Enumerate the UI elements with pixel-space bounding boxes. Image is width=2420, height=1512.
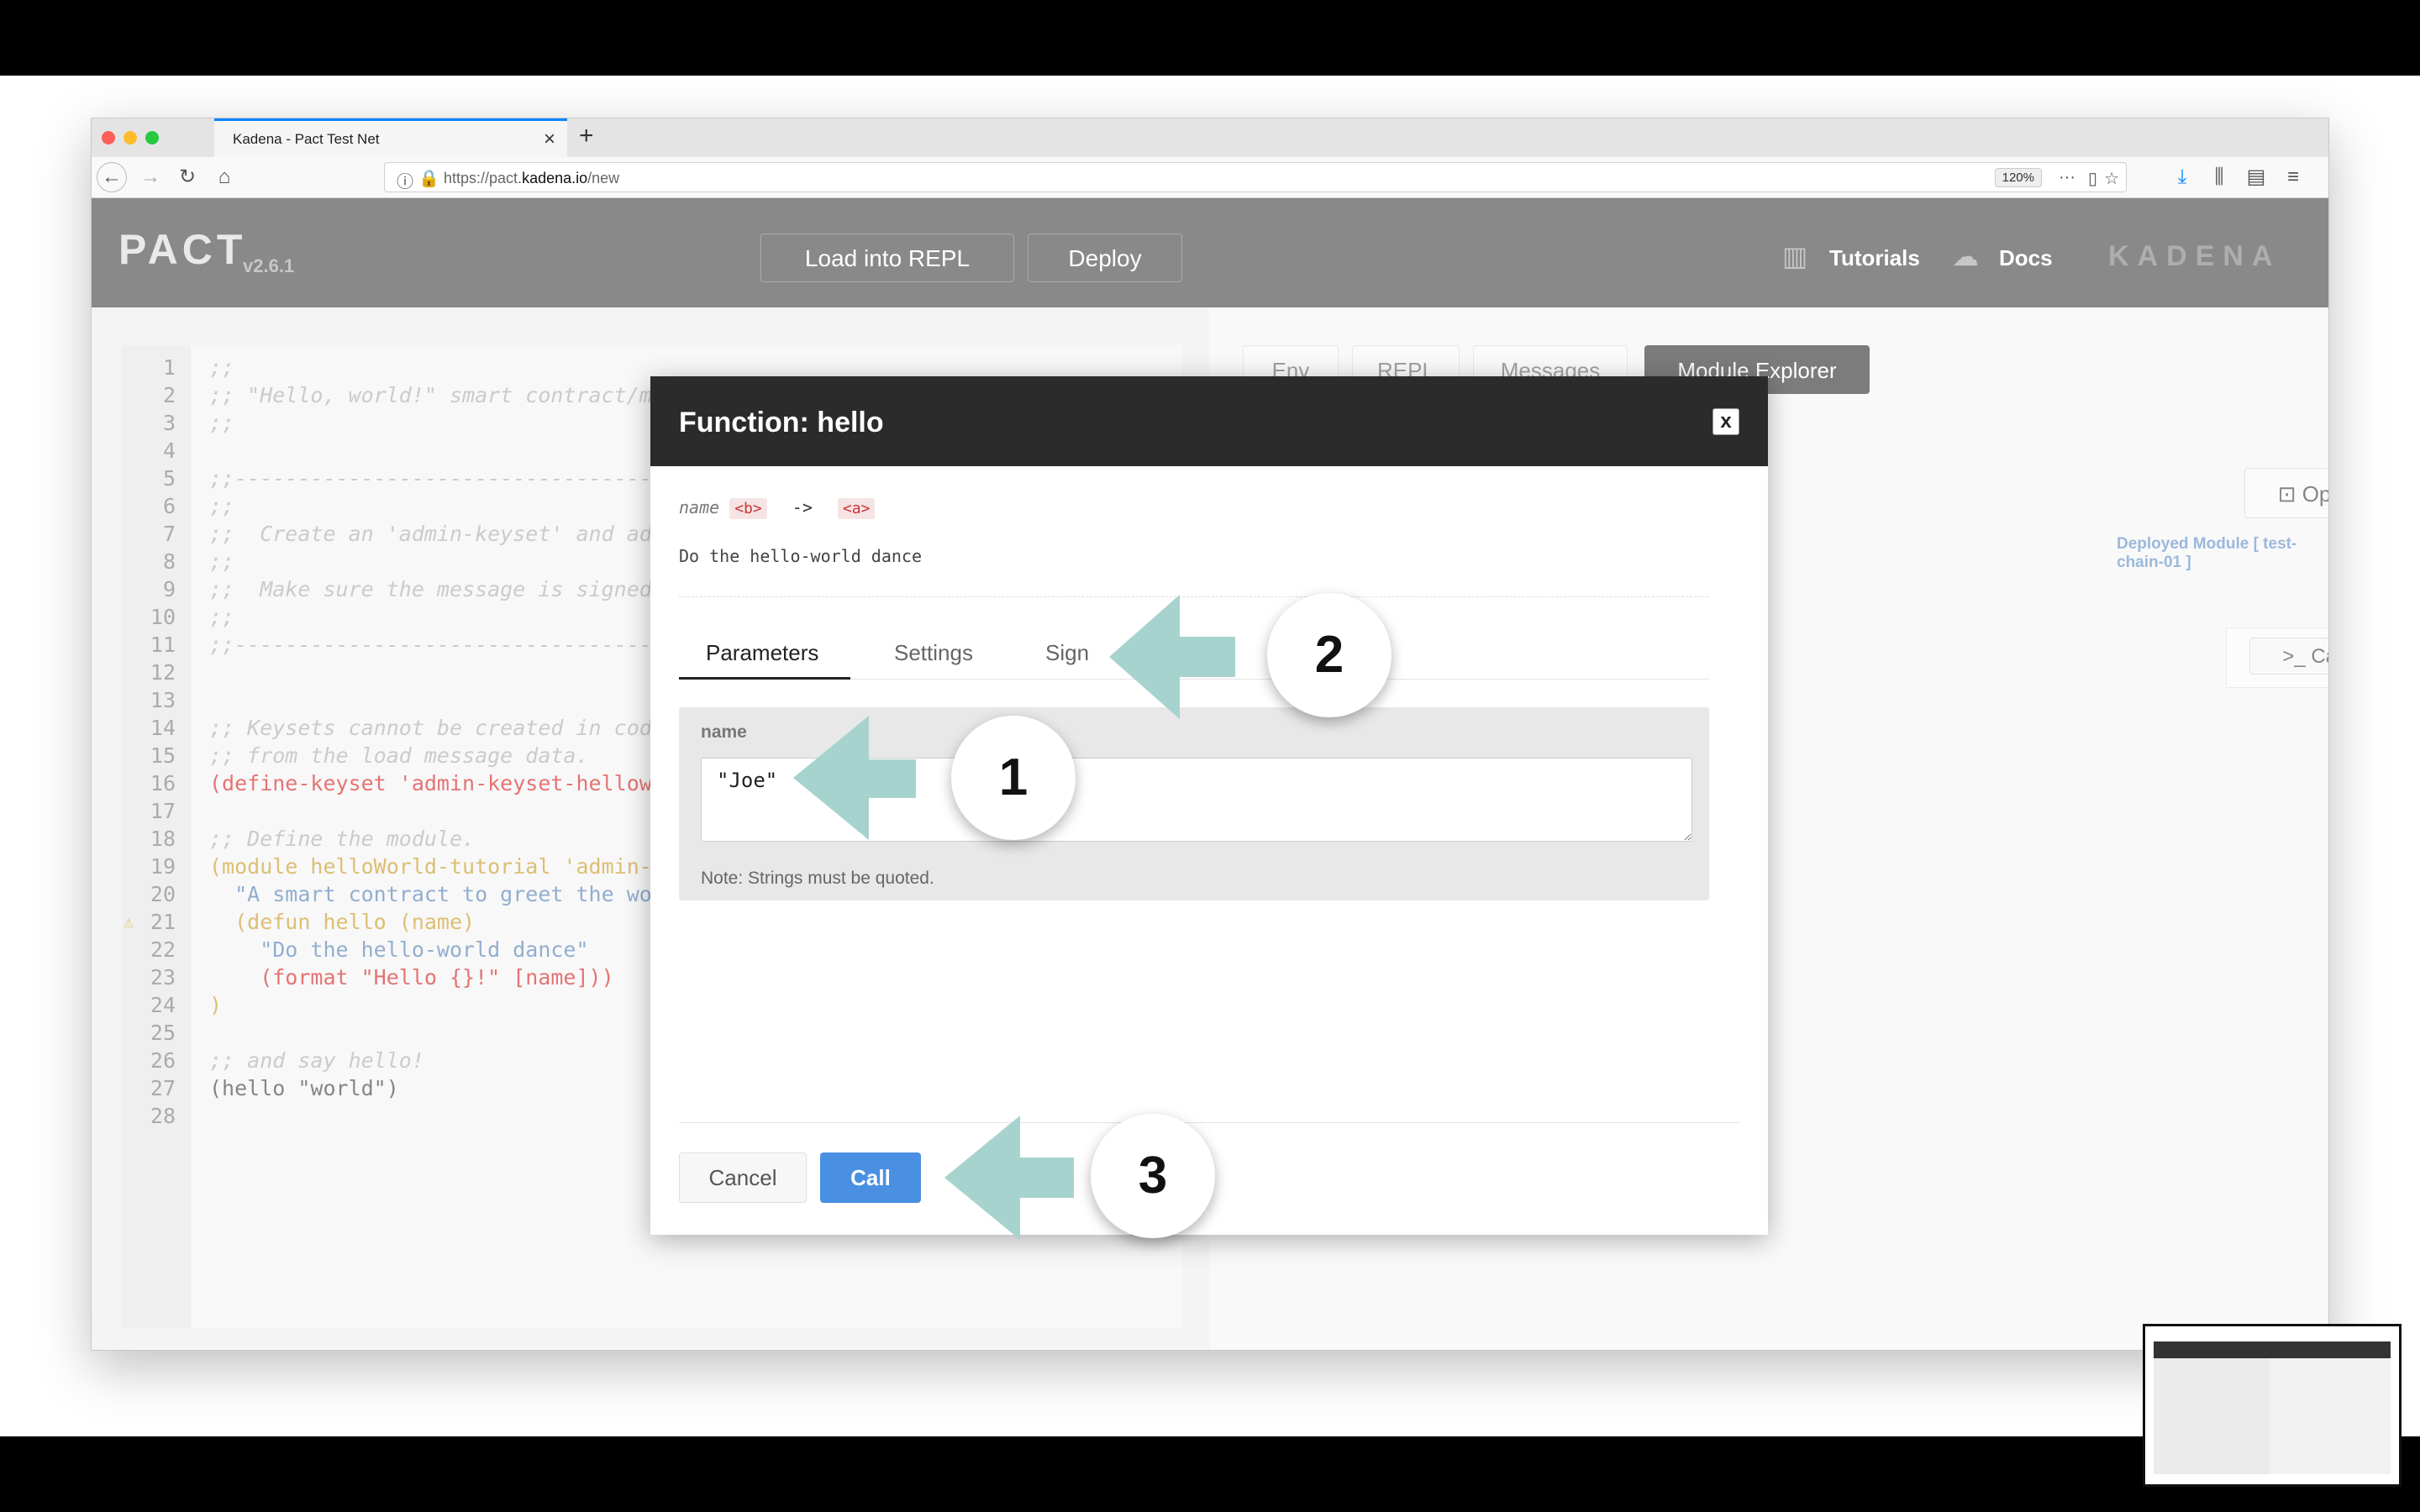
modal-title: Function: hello bbox=[679, 407, 884, 438]
return-type-badge: <a> bbox=[837, 498, 876, 519]
function-signature: name <b> -> <a> bbox=[679, 497, 876, 519]
footer-divider bbox=[679, 1122, 1739, 1123]
annotation-badge-1: 1 bbox=[951, 716, 1076, 840]
annotation-badge-3: 3 bbox=[1091, 1114, 1215, 1238]
signature-param: name bbox=[679, 497, 720, 517]
divider bbox=[679, 596, 1709, 597]
annotation-badge-2: 2 bbox=[1267, 593, 1392, 717]
letterbox-top bbox=[0, 0, 2420, 76]
modal-header: Function: hello x bbox=[650, 376, 1768, 466]
annotation-arrow-1-shaft bbox=[865, 759, 916, 798]
param-type-badge: <b> bbox=[729, 498, 767, 519]
active-tab-indicator bbox=[679, 677, 850, 680]
address-bar[interactable]: ⓘ 🔒 https://pact.kadena.io/new 120% ··· … bbox=[384, 162, 2127, 192]
cancel-button[interactable]: Cancel bbox=[679, 1152, 807, 1203]
browser-navbar: ← → ↻ ⌂ ⓘ 🔒 https://pact.kadena.io/new 1… bbox=[92, 157, 2328, 198]
param-label: name bbox=[701, 722, 747, 742]
url-text: https://pact.kadena.io/new bbox=[444, 170, 620, 186]
reader-view-icon[interactable]: ▯ bbox=[2088, 168, 2097, 189]
library-icon[interactable]: ⫼ bbox=[2204, 162, 2234, 192]
annotation-arrow-3-shaft bbox=[1017, 1158, 1074, 1198]
bookmark-star-icon[interactable]: ☆ bbox=[2104, 168, 2119, 189]
back-icon[interactable]: ← bbox=[97, 162, 127, 192]
annotation-arrow-1-icon bbox=[793, 716, 869, 840]
annotation-arrow-3-icon bbox=[944, 1116, 1020, 1240]
close-window-dot[interactable] bbox=[102, 131, 115, 144]
download-icon[interactable]: ⤓ bbox=[2167, 162, 2197, 192]
menu-icon[interactable]: ≡ bbox=[2278, 162, 2308, 192]
signature-arrow: -> bbox=[792, 497, 813, 517]
tab-parameters[interactable]: Parameters bbox=[706, 640, 818, 666]
close-icon[interactable]: × bbox=[544, 128, 555, 151]
thumbnail-header bbox=[2154, 1341, 2391, 1358]
more-actions-icon[interactable]: ··· bbox=[2059, 168, 2075, 187]
browser-tab[interactable]: Kadena - Pact Test Net × bbox=[214, 118, 567, 157]
home-icon[interactable]: ⌂ bbox=[209, 162, 239, 192]
video-thumbnail[interactable] bbox=[2143, 1324, 2402, 1487]
tab-settings[interactable]: Settings bbox=[894, 640, 973, 666]
zoom-level[interactable]: 120% bbox=[1994, 168, 2042, 187]
info-icon[interactable]: ⓘ bbox=[397, 168, 413, 192]
minimize-window-dot[interactable] bbox=[124, 131, 137, 144]
browser-tabbar: Kadena - Pact Test Net × + bbox=[92, 118, 2328, 157]
annotation-arrow-2-icon bbox=[1109, 595, 1180, 719]
letterbox-bottom bbox=[0, 1436, 2420, 1512]
sidebar-icon[interactable]: ▤ bbox=[2241, 162, 2271, 192]
maximize-window-dot[interactable] bbox=[145, 131, 159, 144]
call-button[interactable]: Call bbox=[820, 1152, 921, 1203]
reload-icon[interactable]: ↻ bbox=[172, 162, 203, 192]
annotation-arrow-2-shaft bbox=[1176, 637, 1235, 677]
modal-close-button[interactable]: x bbox=[1712, 408, 1739, 435]
browser-tab-title: Kadena - Pact Test Net bbox=[233, 131, 380, 147]
forward-icon[interactable]: → bbox=[135, 162, 166, 192]
lock-icon: 🔒 bbox=[418, 170, 439, 188]
param-note: Note: Strings must be quoted. bbox=[701, 869, 934, 888]
function-docstring: Do the hello-world dance bbox=[679, 546, 922, 566]
thumbnail-editor bbox=[2154, 1358, 2270, 1474]
tab-sign[interactable]: Sign bbox=[1045, 640, 1089, 666]
new-tab-icon[interactable]: + bbox=[579, 122, 594, 150]
